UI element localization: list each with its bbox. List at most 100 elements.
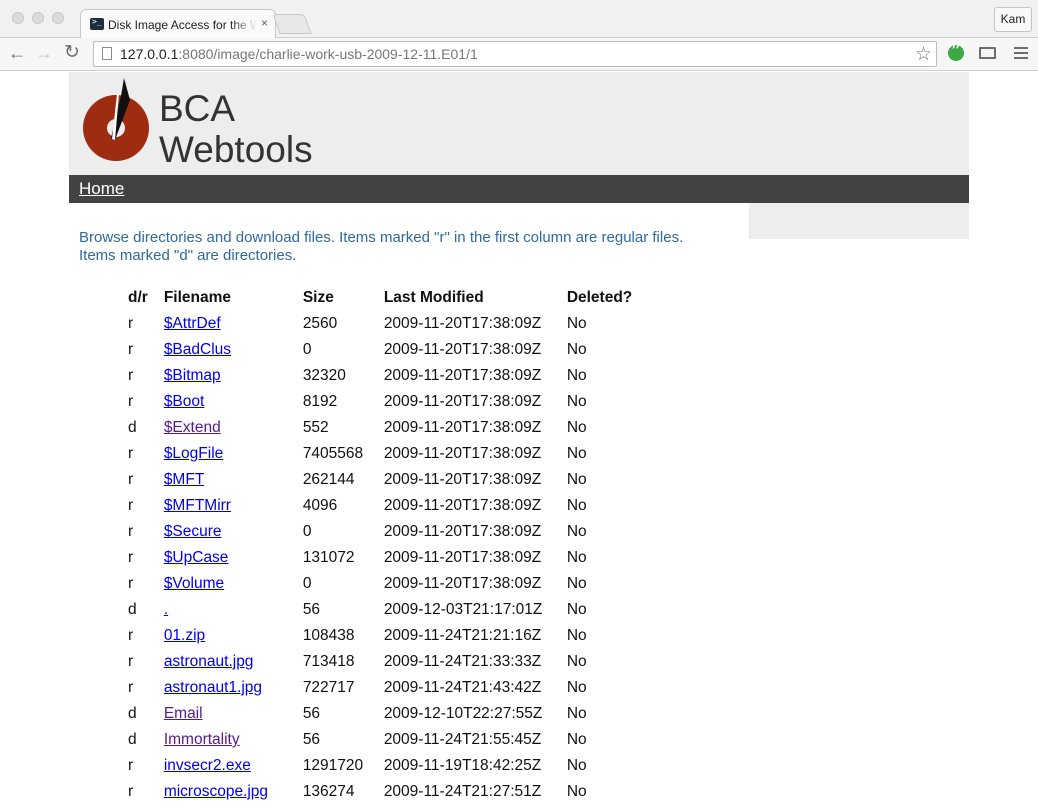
file-deleted-cell: No (566, 419, 587, 436)
col-header-type: d/r (128, 289, 148, 306)
file-link[interactable]: invsecr2.exe (164, 757, 251, 774)
file-link[interactable]: Email (164, 705, 203, 722)
file-modified-cell: 2009-11-24T21:43:42Z (383, 679, 542, 696)
forward-arrow-icon[interactable]: → (35, 42, 53, 64)
file-size-cell: 131072 (302, 549, 355, 566)
file-type-cell: r (128, 757, 134, 774)
file-deleted-cell: No (566, 497, 587, 514)
filename-cell: Immortality (156, 727, 295, 753)
file-rows: r $AttrDef 2560 2009-11-20T17:38:09Z No r $Bad… (120, 311, 640, 805)
file-deleted-cell: No (566, 341, 587, 358)
file-type-cell: r (128, 393, 134, 410)
cast-icon[interactable] (979, 47, 996, 59)
file-link[interactable]: microscope.jpg (164, 783, 268, 800)
file-link[interactable]: $AttrDef (164, 315, 221, 332)
file-deleted-cell: No (566, 601, 587, 618)
table-row: d Immortality 56 2009-11-24T21:55:45Z No (120, 727, 640, 753)
url-host: 127.0.0.1 (120, 46, 179, 62)
filename-cell: $LogFile (156, 441, 295, 467)
back-arrow-icon[interactable]: ← (8, 42, 26, 64)
file-modified-cell: 2009-11-20T17:38:09Z (383, 315, 542, 332)
file-link[interactable]: $Bitmap (164, 367, 221, 384)
file-deleted-cell: No (566, 471, 587, 488)
menu-icon[interactable] (1014, 47, 1028, 62)
file-deleted-cell: No (566, 523, 587, 540)
filename-cell: $Boot (156, 389, 295, 415)
filename-cell: $MFTMirr (156, 493, 295, 519)
file-type-cell: d (128, 601, 137, 618)
file-size-cell: 2560 (302, 315, 338, 332)
file-size-cell: 713418 (302, 653, 355, 670)
window-close-button[interactable] (12, 12, 24, 24)
nav-bar: Home (69, 175, 969, 203)
bookmark-star-icon[interactable]: ☆ (915, 43, 932, 66)
hangouts-extension-icon[interactable] (948, 40, 964, 61)
filename-cell: $Bitmap (156, 363, 295, 389)
file-link[interactable]: $MFT (164, 471, 204, 488)
file-link[interactable]: $MFTMirr (164, 497, 231, 514)
file-link[interactable]: astronaut1.jpg (164, 679, 262, 696)
new-tab-button[interactable] (272, 14, 312, 34)
file-deleted-cell: No (566, 393, 587, 410)
file-type-cell: d (128, 419, 137, 436)
filename-cell: astronaut1.jpg (156, 675, 295, 701)
file-deleted-cell: No (566, 549, 587, 566)
file-size-cell: 0 (302, 523, 312, 540)
file-size-cell: 0 (302, 341, 312, 358)
browser-tab[interactable]: Disk Image Access for the Web × (80, 9, 276, 38)
page-icon (102, 47, 112, 60)
file-link[interactable]: astronaut.jpg (164, 653, 254, 670)
table-row: d Email 56 2009-12-10T22:27:55Z No (120, 701, 640, 727)
table-row: d. 56 2009-12-03T21:17:01Z No (120, 597, 640, 623)
file-size-cell: 136274 (302, 783, 355, 800)
file-size-cell: 0 (302, 575, 312, 592)
table-row: r 01.zip 108438 2009-11-24T21:21:16Z No (120, 623, 640, 649)
file-link[interactable]: $Extend (164, 419, 221, 436)
profile-button[interactable]: Kam (994, 7, 1032, 32)
file-modified-cell: 2009-11-19T18:42:25Z (383, 757, 542, 774)
file-link[interactable]: Immortality (164, 731, 240, 748)
file-type-cell: r (128, 471, 134, 488)
file-link[interactable]: 01.zip (164, 627, 205, 644)
file-link[interactable]: $Volume (164, 575, 224, 592)
col-header-filename: Filename (163, 289, 232, 306)
file-link[interactable]: $Boot (164, 393, 205, 410)
file-size-cell: 108438 (302, 627, 355, 644)
file-link[interactable]: $LogFile (164, 445, 223, 462)
site-header: BCA Webtools (69, 72, 969, 175)
brand-line-2: Webtools (159, 129, 313, 170)
file-deleted-cell: No (566, 315, 587, 332)
file-link[interactable]: $Secure (164, 523, 222, 540)
table-row: r $AttrDef 2560 2009-11-20T17:38:09Z No (120, 311, 640, 337)
file-deleted-cell: No (566, 653, 587, 670)
browser-titlebar: Disk Image Access for the Web × Kam (0, 0, 1038, 38)
file-modified-cell: 2009-11-20T17:38:09Z (383, 549, 542, 566)
address-bar[interactable]: 127.0.0.1:8080/image/charlie-work-usb-20… (93, 41, 937, 67)
tab-close-icon[interactable]: × (261, 16, 268, 30)
file-type-cell: r (128, 783, 134, 800)
file-deleted-cell: No (566, 445, 587, 462)
filename-cell: $Secure (156, 519, 295, 545)
window-minimize-button[interactable] (32, 12, 44, 24)
table-header-row: d/r Filename Size Last Modified Deleted? (120, 285, 640, 311)
file-link[interactable]: $UpCase (164, 549, 229, 566)
file-type-cell: r (128, 653, 134, 670)
file-modified-cell: 2009-11-20T17:38:09Z (383, 523, 542, 540)
home-link[interactable]: Home (79, 179, 124, 199)
url-text[interactable]: 127.0.0.1:8080/image/charlie-work-usb-20… (120, 46, 478, 62)
file-deleted-cell: No (566, 783, 587, 800)
terminal-favicon-icon (90, 17, 104, 30)
file-size-cell: 552 (302, 419, 329, 436)
table-row: r $Boot 8192 2009-11-20T17:38:09Z No (120, 389, 640, 415)
table-row: r $Bitmap 32320 2009-11-20T17:38:09Z No (120, 363, 640, 389)
table-row: r invsecr2.exe 1291720 2009-11-19T18:42:25Z… (120, 753, 640, 779)
window-zoom-button[interactable] (52, 12, 64, 24)
file-modified-cell: 2009-11-24T21:33:33Z (383, 653, 542, 670)
table-row: d $Extend 552 2009-11-20T17:38:09Z No (120, 415, 640, 441)
col-header-modified: Last Modified (383, 289, 484, 306)
file-link[interactable]: $BadClus (164, 341, 231, 358)
reload-icon[interactable]: ↻ (64, 42, 80, 64)
file-link[interactable]: . (164, 601, 168, 618)
filename-cell: $Volume (156, 571, 295, 597)
file-type-cell: r (128, 523, 134, 540)
